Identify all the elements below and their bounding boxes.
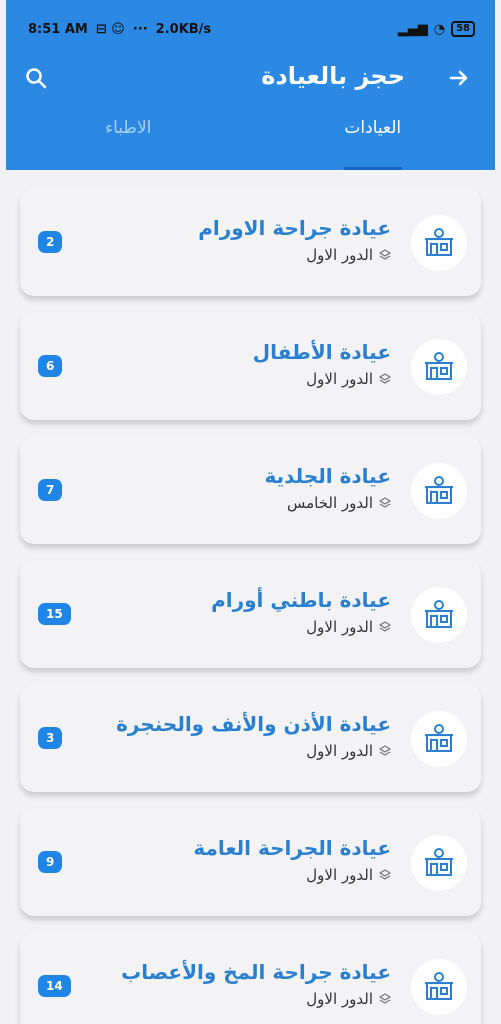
clinic-floor-row: الدور الاول xyxy=(198,246,391,264)
clinic-floor-row: الدور الاول xyxy=(121,990,391,1008)
layers-icon xyxy=(379,621,391,632)
clinic-name: عيادة الجراحة العامة xyxy=(193,836,391,860)
clinic-floor: الدور الخامس xyxy=(286,494,373,512)
app-screen: 8:51 AM ⊟ ☺ ··· 2.0KB/s ▂▄▆ ◔ 58 حجز بال… xyxy=(6,0,495,1024)
clinic-count-badge: 6 xyxy=(38,355,63,377)
status-net-speed: 2.0KB/s xyxy=(155,21,212,37)
clinic-avatar xyxy=(411,339,467,395)
clinic-floor-row: الدور الاول xyxy=(116,742,391,760)
clinic-floor: الدور الاول xyxy=(306,618,373,636)
clinic-floor: الدور الاول xyxy=(306,370,373,388)
search-button[interactable] xyxy=(20,62,52,94)
clinic-floor-row: الدور الاول xyxy=(253,370,391,388)
clinic-avatar xyxy=(411,711,467,767)
clinic-info: عيادة الجلدية الدور الخامس xyxy=(264,464,391,512)
tab-clinics-label: العيادات xyxy=(344,118,402,138)
clinic-card[interactable]: عيادة جراحة الاورام الدور الاول 2 xyxy=(20,188,481,296)
clinic-name: عيادة الأطفال xyxy=(252,340,391,364)
clinic-card[interactable]: عيادة باطني أورام الدور الاول 15 xyxy=(20,560,481,668)
tab-active-indicator xyxy=(343,167,402,170)
status-bar: 8:51 AM ⊟ ☺ ··· 2.0KB/s ▂▄▆ ◔ 58 xyxy=(28,17,475,41)
clinic-avatar xyxy=(411,959,467,1015)
app-bar: حجز بالعيادة xyxy=(6,56,495,106)
clinic-avatar xyxy=(411,215,467,271)
status-system-icons: ▂▄▆ ◔ 58 xyxy=(398,21,475,37)
clinic-card[interactable]: عيادة جراحة المخ والأعصاب الدور الاول 14 xyxy=(20,932,481,1024)
clinic-info: عيادة الجراحة العامة الدور الاول xyxy=(193,836,391,884)
layers-icon xyxy=(379,497,391,508)
clinic-info: عيادة الأذن والأنف والحنجرة الدور الاول xyxy=(116,712,391,760)
battery-icon: 58 xyxy=(451,21,475,37)
layers-icon xyxy=(379,373,391,384)
clinic-card[interactable]: عيادة الجراحة العامة الدور الاول 9 xyxy=(20,808,481,916)
clinic-floor: الدور الاول xyxy=(306,246,373,264)
clinic-count-badge: 7 xyxy=(38,479,63,501)
wifi-icon: ◔ xyxy=(433,21,446,37)
tab-doctors[interactable]: الاطباء xyxy=(6,106,251,170)
tab-clinics[interactable]: العيادات xyxy=(251,106,496,170)
clinic-floor-row: الدور الخامس xyxy=(264,494,391,512)
clinic-count-badge: 9 xyxy=(38,851,63,873)
clinic-name: عيادة جراحة الاورام xyxy=(198,216,391,240)
tab-bar: العيادات الاطباء xyxy=(6,106,495,170)
clinic-count-badge: 14 xyxy=(38,975,71,997)
clinic-building-icon xyxy=(425,848,453,876)
clinic-floor: الدور الاول xyxy=(306,866,373,884)
layers-icon xyxy=(379,869,391,880)
clinic-building-icon xyxy=(425,476,453,504)
layers-icon xyxy=(379,249,391,260)
clinic-floor-row: الدور الاول xyxy=(193,866,391,884)
clinic-info: عيادة الأطفال الدور الاول xyxy=(253,340,391,388)
clinic-name: عيادة الجلدية xyxy=(264,464,391,488)
clinic-list: عيادة جراحة الاورام الدور الاول 2 عيادة … xyxy=(20,188,481,1024)
clinic-info: عيادة باطني أورام الدور الاول xyxy=(211,588,391,636)
clinic-name: عيادة باطني أورام xyxy=(211,588,391,612)
clinic-building-icon xyxy=(425,228,453,256)
clinic-floor: الدور الاول xyxy=(306,742,373,760)
clinic-card[interactable]: عيادة الأذن والأنف والحنجرة الدور الاول … xyxy=(20,684,481,792)
clinic-avatar xyxy=(411,835,467,891)
search-icon xyxy=(26,68,47,89)
page-title: حجز بالعيادة xyxy=(261,62,405,90)
tab-doctors-label: الاطباء xyxy=(105,118,152,138)
clinic-building-icon xyxy=(425,600,453,628)
layers-icon xyxy=(379,993,391,1004)
layers-icon xyxy=(379,745,391,756)
clinic-building-icon xyxy=(425,724,453,752)
clinic-count-badge: 2 xyxy=(38,231,63,253)
clinic-info: عيادة جراحة المخ والأعصاب الدور الاول xyxy=(121,960,391,1008)
clinic-name: عيادة الأذن والأنف والحنجرة xyxy=(116,712,391,736)
clinic-floor: الدور الاول xyxy=(306,990,373,1008)
status-time: 8:51 AM xyxy=(28,21,88,37)
clinic-count-badge: 15 xyxy=(38,603,71,625)
status-notification-icons: ⊟ ☺ xyxy=(95,21,125,37)
clinic-info: عيادة جراحة الاورام الدور الاول xyxy=(198,216,391,264)
arrow-right-icon xyxy=(449,70,468,86)
clinic-name: عيادة جراحة المخ والأعصاب xyxy=(121,960,391,984)
app-header: 8:51 AM ⊟ ☺ ··· 2.0KB/s ▂▄▆ ◔ 58 حجز بال… xyxy=(6,0,495,170)
clinic-card[interactable]: عيادة الجلدية الدور الخامس 7 xyxy=(20,436,481,544)
back-button[interactable] xyxy=(443,62,475,94)
clinic-avatar xyxy=(411,463,467,519)
clinic-card[interactable]: عيادة الأطفال الدور الاول 6 xyxy=(20,312,481,420)
clinic-avatar xyxy=(411,587,467,643)
signal-icon: ▂▄▆ xyxy=(397,21,428,37)
clinic-building-icon xyxy=(425,352,453,380)
status-more: ··· xyxy=(132,21,148,37)
clinic-building-icon xyxy=(425,972,453,1000)
clinic-count-badge: 3 xyxy=(38,727,63,749)
clinic-floor-row: الدور الاول xyxy=(211,618,391,636)
